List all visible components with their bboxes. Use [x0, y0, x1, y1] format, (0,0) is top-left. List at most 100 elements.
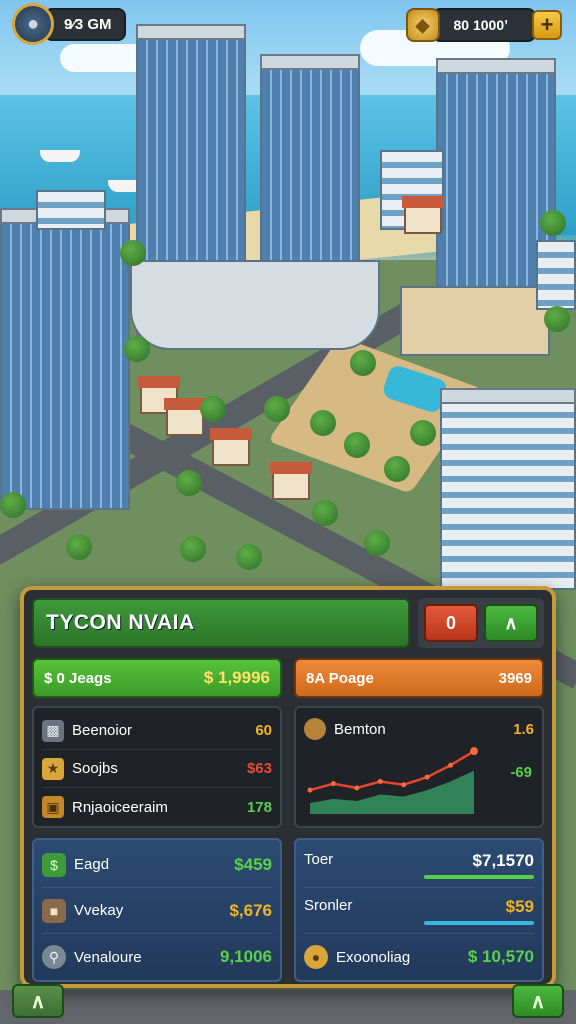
skyscraper[interactable]	[0, 208, 130, 510]
resource-list: ▩ Beenoior 60 ★ Soojbs $63 ▣ Rnjaoiceera…	[32, 706, 282, 828]
chart-area	[310, 770, 474, 814]
palm-tree	[264, 396, 290, 422]
palm-tree	[344, 432, 370, 458]
page-bar[interactable]: 8A Poage 3969	[294, 658, 544, 698]
add-currency-button[interactable]: +	[532, 10, 562, 40]
finance-value: $ 10,570	[467, 947, 534, 966]
boat	[40, 150, 80, 162]
palm-tree	[180, 536, 206, 562]
resource-label: Rnjaoiceeraim	[72, 798, 168, 816]
finance-label: Exoonoliag	[336, 948, 411, 966]
palm-tree	[364, 530, 390, 556]
finance-value: $7,1570	[472, 850, 534, 870]
finance-value: $459	[234, 854, 272, 874]
palm-tree	[350, 350, 376, 376]
magnifier-icon: ⚲	[42, 945, 66, 969]
palm-tree	[312, 500, 338, 526]
house[interactable]	[270, 462, 312, 500]
house[interactable]	[402, 196, 444, 234]
chart-point	[330, 781, 336, 787]
chart-point	[424, 774, 430, 780]
palm-tree	[124, 336, 150, 362]
finance-label: Toer	[304, 850, 334, 868]
coin-stack-icon: ●	[304, 945, 328, 969]
palm-tree	[410, 420, 436, 446]
palm-tree	[384, 456, 410, 482]
palm-tree	[544, 306, 570, 332]
finance-row[interactable]: Toer $7,1570	[304, 842, 534, 888]
money-stack-icon: ▩	[42, 719, 64, 742]
podium-building[interactable]	[130, 260, 380, 350]
palm-tree	[120, 240, 146, 266]
page-value: 3969	[498, 669, 532, 687]
panel-title: TYCON NVAIA	[32, 598, 410, 648]
collapse-right-button[interactable]: ∧	[512, 984, 564, 1018]
finance-value: $,676	[229, 900, 272, 920]
palm-tree	[66, 534, 92, 560]
player-hud[interactable]: ● 9⁄3 GM	[12, 3, 126, 45]
chart-point	[354, 785, 360, 791]
palm-tree	[236, 544, 262, 570]
tycoon-panel: TYCON NVAIA 0 ∧ $ 0 Jeags $ 1,9996 8A Po…	[20, 586, 556, 988]
expand-panel-button[interactable]: ∧	[484, 604, 538, 642]
resource-row[interactable]: ▣ Rnjaoiceeraim 178	[42, 788, 272, 826]
palm-tree	[0, 492, 26, 518]
palm-tree	[176, 470, 202, 496]
gold-bar-icon: ◆	[405, 8, 440, 42]
tower-top	[36, 190, 106, 230]
chart-top-value: 1.6	[513, 720, 534, 738]
finance-row[interactable]: ■ Vvekay $,676	[42, 888, 272, 934]
building	[536, 240, 576, 310]
road	[0, 990, 576, 1024]
house[interactable]	[210, 428, 252, 466]
finance-list-right: Toer $7,1570 Sronler $59 ● Exoonoliag $ …	[294, 838, 544, 982]
progress-meter	[424, 874, 534, 879]
finance-row[interactable]: Sronler $59	[304, 888, 534, 934]
finance-value: 9,1006	[220, 947, 272, 966]
hotel-building[interactable]	[400, 286, 550, 356]
house[interactable]	[164, 398, 206, 436]
currency-hud[interactable]: ◆ 80 1000ʼ +	[405, 8, 562, 42]
palm-tree	[310, 410, 336, 436]
resource-value: $63	[246, 760, 272, 777]
palm-tree	[200, 396, 226, 422]
trend-chart	[307, 747, 478, 814]
chest-icon: ▣	[42, 796, 64, 818]
resource-row[interactable]: ▩ Beenoior 60	[42, 712, 272, 750]
gold-coin-icon: ★	[42, 757, 64, 780]
collapse-left-button[interactable]: ∧	[12, 984, 64, 1018]
close-panel-button[interactable]: 0	[424, 604, 478, 642]
income-value: $ 1,9996	[203, 668, 270, 687]
player-value: 9⁄3 GM	[44, 7, 126, 41]
trend-chart-box[interactable]: Bemton 1.6 -69	[294, 706, 544, 828]
finance-label: Sronler	[304, 896, 353, 914]
apartment-tower[interactable]	[440, 388, 576, 590]
finance-list-left: $ Eagd $459 ■ Vvekay $,676 ⚲ Venaloure 9…	[32, 838, 282, 982]
resource-label: Beenoior	[72, 722, 133, 739]
crate-icon: ■	[42, 898, 66, 923]
income-bar[interactable]: $ 0 Jeags $ 1,9996	[32, 658, 282, 698]
finance-value: $59	[505, 896, 534, 916]
income-label: $ 0 Jeags	[44, 669, 112, 687]
chart-point	[377, 778, 383, 784]
finance-row[interactable]: ⚲ Venaloure 9,1006	[42, 934, 272, 980]
currency-value: 80 1000ʼ	[431, 8, 536, 42]
finance-row[interactable]: $ Eagd $459	[42, 842, 272, 888]
finance-row[interactable]: ● Exoonoliag $ 10,570	[304, 934, 534, 980]
resource-value: 178	[246, 798, 272, 816]
resource-row[interactable]: ★ Soojbs $63	[42, 750, 272, 788]
finance-label: Venaloure	[74, 948, 142, 966]
player-avatar-icon[interactable]: ●	[12, 3, 54, 45]
bronze-coin-icon	[304, 718, 326, 740]
resource-value: 60	[255, 722, 272, 739]
chart-point	[401, 782, 407, 788]
title-buttons: 0 ∧	[418, 598, 544, 648]
chart-side-value: -69	[510, 764, 532, 781]
chart-point	[307, 787, 313, 793]
cash-icon: $	[42, 852, 66, 877]
resource-label: Soojbs	[72, 760, 118, 777]
chart-point	[470, 747, 478, 756]
progress-meter	[424, 920, 534, 925]
finance-label: Vvekay	[74, 902, 124, 919]
chart-point	[448, 762, 454, 768]
